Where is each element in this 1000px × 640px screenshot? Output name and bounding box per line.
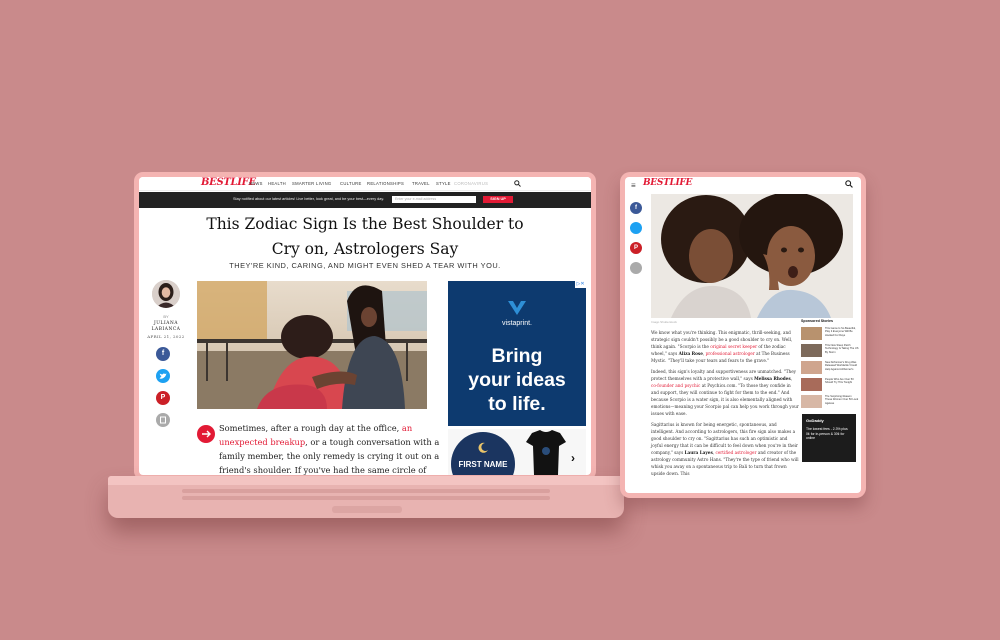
publish-date: APRIL 21, 2022	[147, 334, 185, 339]
menu-icon[interactable]: ≡	[631, 181, 636, 190]
ad-choices-icon[interactable]: ▷✕	[575, 281, 586, 288]
ad-brand: GoDaddy	[806, 418, 824, 423]
facebook-icon[interactable]: f	[156, 347, 170, 361]
author-avatar[interactable]	[152, 280, 180, 308]
article-body: We know what you're thinking. This enigm…	[651, 330, 799, 476]
secret-keeper-link[interactable]: original secret keeper	[710, 344, 757, 349]
sponsored-heading: Sponsored Stories	[801, 319, 833, 323]
nav-item-health[interactable]: HEALTH	[268, 181, 286, 186]
ad-headline: Bring your ideas to life.	[468, 345, 566, 415]
nav-item-smarter-living[interactable]: SMARTER LIVING	[292, 181, 332, 186]
laptop-webpage: BESTLIFE NEWS HEALTH SMARTER LIVING CULT…	[139, 177, 591, 475]
search-icon[interactable]	[845, 180, 853, 188]
tablet-webpage: ≡ BESTLIFE f P Imago Shutterstock We kno…	[625, 177, 861, 493]
email-input[interactable]: Enter your e-mail address	[392, 196, 476, 203]
ad-brand: vistaprint.	[502, 320, 532, 327]
chevron-right-icon[interactable]: ›	[571, 451, 575, 465]
vistaprint-ad[interactable]: vistaprint. Bring your ideas to life.	[448, 281, 586, 426]
image-caption: Imago Shutterstock	[651, 320, 677, 324]
certified-astrologer-link[interactable]: certified astrologer	[715, 450, 756, 455]
twitter-icon[interactable]	[630, 222, 642, 234]
astrologer-link[interactable]: professional astrologer	[706, 351, 755, 356]
product-badge: FIRST NAME	[451, 432, 515, 475]
twitter-icon[interactable]	[156, 369, 170, 383]
godaddy-ad[interactable]: GoDaddy The lowest fees - 2.3% plus 0¢ f…	[802, 414, 856, 462]
product-ad[interactable]: FIRST NAME ›	[448, 429, 586, 475]
article-title: This Zodiac Sign Is the Best Shoulder to…	[206, 215, 524, 258]
sign-up-button[interactable]: SIGN UP	[483, 196, 513, 203]
psychic-link[interactable]: co-founder and psychic	[651, 383, 700, 388]
sponsored-story[interactable]: This Game Is So Beautiful, Play It Every…	[801, 327, 859, 341]
nav-item-relationships[interactable]: RELATIONSHIPS	[367, 181, 404, 186]
nav-item-coronavirus[interactable]: CORONAVIRUS	[454, 181, 488, 186]
newsletter-text: Stay notified about our latest articles!…	[233, 197, 385, 201]
article-subtitle: THEY'RE KIND, CARING, AND MIGHT EVEN SHE…	[229, 261, 501, 270]
body-text: Sometimes, after a rough day at the offi…	[219, 423, 402, 433]
sponsored-sidebar: Sponsored Stories This Game Is So Beauti…	[801, 319, 859, 408]
nav-item-style[interactable]: STYLE	[436, 181, 451, 186]
tshirt-image	[526, 430, 566, 475]
facebook-icon[interactable]: f	[630, 202, 642, 214]
trackpad	[332, 506, 402, 513]
search-icon[interactable]	[514, 180, 521, 187]
print-icon[interactable]	[630, 262, 642, 274]
top-navigation: BESTLIFE NEWS HEALTH SMARTER LIVING CULT…	[139, 177, 591, 191]
keyboard-row	[182, 496, 550, 500]
sponsored-story[interactable]: The Surprising Reason These Women Over 5…	[801, 395, 859, 409]
hero-image	[651, 194, 853, 318]
pinterest-icon[interactable]: P	[156, 391, 170, 405]
article-body: Sometimes, after a rough day at the offi…	[219, 421, 451, 475]
pinterest-icon[interactable]: P	[630, 242, 642, 254]
sponsored-story[interactable]: People Who Are Over 50 Should Try This T…	[801, 378, 859, 392]
arrow-right-icon[interactable]	[197, 425, 215, 443]
print-icon[interactable]	[156, 413, 170, 427]
sponsored-story[interactable]: New Alzheimer's Drug Was Released Worldw…	[801, 361, 859, 375]
sponsored-story[interactable]: This New Sleep Patch Technology Is Takin…	[801, 344, 859, 358]
ad-text: The lowest fees - 2.3% plus 0¢ for in-pe…	[806, 427, 848, 441]
laptop-hinge	[108, 476, 624, 485]
vistaprint-logo-icon	[508, 301, 526, 315]
site-logo[interactable]: BESTLIFE	[201, 177, 256, 188]
byline-prefix: BY	[163, 314, 169, 319]
badge-text: FIRST NAME	[458, 460, 508, 469]
nav-item-travel[interactable]: TRAVEL	[412, 181, 430, 186]
site-logo[interactable]: BESTLIFE	[643, 178, 692, 188]
keyboard-row	[182, 489, 550, 493]
author-name[interactable]: JULIANA LABIANCA	[146, 321, 186, 333]
nav-item-news[interactable]: NEWS	[249, 181, 263, 186]
hero-image	[197, 281, 427, 409]
nav-item-culture[interactable]: CULTURE	[340, 181, 362, 186]
newsletter-banner: Stay notified about our latest articles!…	[139, 192, 591, 208]
